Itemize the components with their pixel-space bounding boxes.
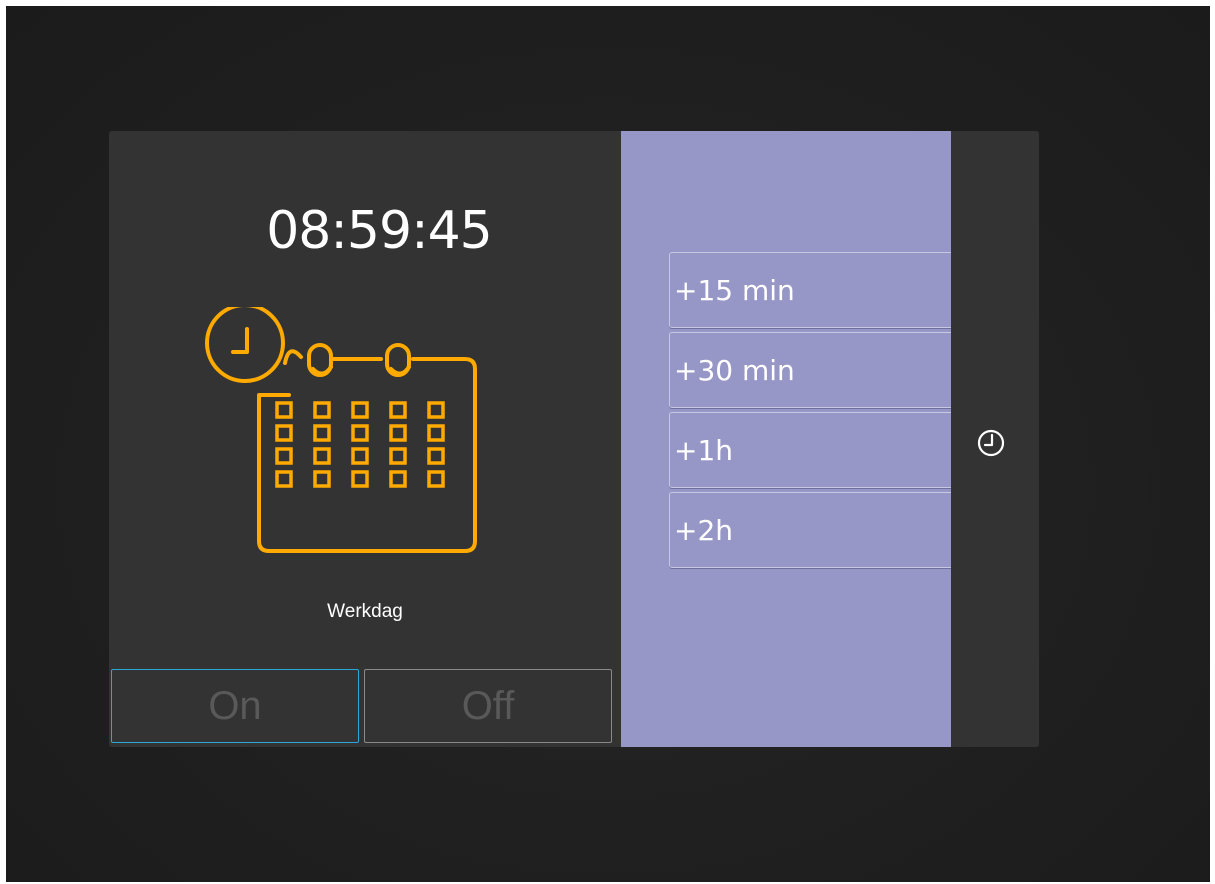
current-time: 08:59:45	[266, 201, 493, 261]
side-strip	[951, 131, 1039, 747]
thermostat-panel: 08:59:45 Werkdag On Off +15 min +30 min …	[109, 131, 1039, 747]
schedule-section: 08:59:45 Werkdag On Off	[109, 131, 621, 747]
snooze-1h-button[interactable]: +1h	[669, 412, 959, 488]
snooze-30min-button[interactable]: +30 min	[669, 332, 959, 408]
schedule-mode-label: Werkdag	[327, 601, 403, 622]
on-button[interactable]: On	[111, 669, 359, 743]
clock-icon[interactable]	[969, 421, 1013, 465]
off-button[interactable]: Off	[364, 669, 612, 743]
snooze-panel: +15 min +30 min +1h +2h	[621, 131, 959, 747]
snooze-15min-button[interactable]: +15 min	[669, 252, 959, 328]
snooze-2h-button[interactable]: +2h	[669, 492, 959, 568]
calendar-clock-icon[interactable]	[201, 307, 477, 553]
app-background: 08:59:45 Werkdag On Off +15 min +30 min …	[6, 6, 1210, 882]
